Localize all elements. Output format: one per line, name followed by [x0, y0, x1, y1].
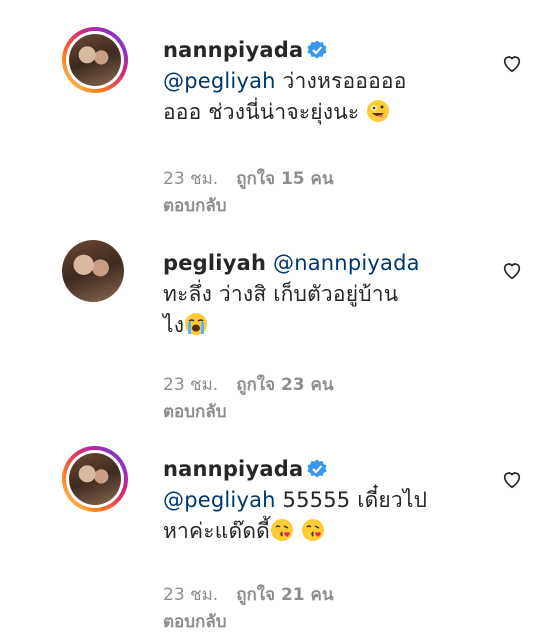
- comment-text: 55555 เดี๋ยวไป: [275, 488, 428, 512]
- comment-meta: 23 ชม. ถูกใจ 15 คน: [163, 166, 334, 192]
- avatar-image: [69, 453, 121, 505]
- comment-text: ไง: [163, 313, 185, 337]
- reply-button[interactable]: ตอบกลับ: [163, 609, 227, 635]
- like-heart-icon[interactable]: [501, 52, 523, 74]
- comment-likes[interactable]: ถูกใจ 23 คน: [236, 375, 333, 395]
- verified-badge-icon: [307, 40, 327, 59]
- comment-meta: 23 ชม. ถูกใจ 23 คน: [163, 372, 334, 398]
- reply-button[interactable]: ตอบกลับ: [163, 399, 227, 425]
- comment-username[interactable]: pegliyah: [163, 251, 266, 275]
- avatar[interactable]: [62, 27, 128, 93]
- comment-meta: 23 ชม. ถูกใจ 21 คน: [163, 582, 334, 608]
- comment-text: ว่างหรอออออ: [275, 69, 407, 93]
- comment-mention[interactable]: @pegliyah: [163, 69, 276, 93]
- zany-face-icon: [367, 100, 390, 122]
- avatar[interactable]: [62, 240, 128, 306]
- comment-likes[interactable]: ถูกใจ 21 คน: [236, 585, 333, 605]
- face-blowing-kiss-icon: [301, 519, 324, 541]
- comment-mention[interactable]: @pegliyah: [163, 488, 276, 512]
- comment-text: หาค่ะแด๊ดดี้: [163, 519, 271, 543]
- reply-button[interactable]: ตอบกลับ: [163, 193, 227, 219]
- comment-likes[interactable]: ถูกใจ 15 คน: [236, 169, 333, 189]
- comment-username[interactable]: nannpiyada: [163, 38, 303, 62]
- comment-time: 23 ชม.: [163, 375, 219, 395]
- comment-mention[interactable]: @nannpiyada: [273, 251, 420, 275]
- comment-text: ทะลึ่ง ว่างสิ เก็บตัวอยู่บ้าน: [163, 282, 399, 306]
- like-heart-icon[interactable]: [501, 468, 523, 490]
- like-heart-icon[interactable]: [501, 259, 523, 281]
- avatar-image: [62, 240, 124, 302]
- loudly-crying-face-icon: [185, 313, 208, 335]
- avatar[interactable]: [62, 446, 128, 512]
- comment-time: 23 ชม.: [163, 585, 219, 605]
- comment-username[interactable]: nannpiyada: [163, 457, 303, 481]
- comment-text: อออ ช่วงนี่น่าจะยุ่งนะ: [163, 100, 360, 124]
- verified-badge-icon: [307, 459, 327, 478]
- avatar-image: [69, 34, 121, 86]
- face-blowing-kiss-icon: [271, 519, 294, 541]
- comment-time: 23 ชม.: [163, 169, 219, 189]
